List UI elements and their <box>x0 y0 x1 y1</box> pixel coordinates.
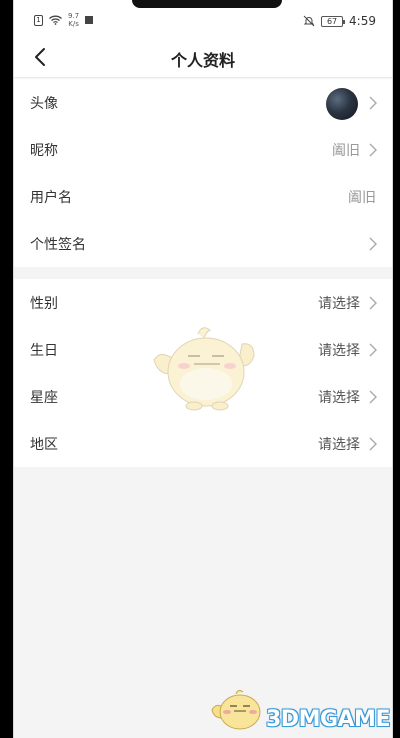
network-speed-unit: K/s <box>68 20 79 28</box>
nickname-label: 昵称 <box>30 142 58 159</box>
region-row[interactable]: 地区 请选择 <box>14 420 392 467</box>
network-speed: 9.7 K/s <box>68 12 79 28</box>
network-speed-value: 9.7 <box>68 12 80 20</box>
birthday-label: 生日 <box>30 342 58 359</box>
chevron-right-icon <box>369 390 377 404</box>
battery-icon: 67 <box>321 15 346 27</box>
signature-label: 个性签名 <box>30 236 86 253</box>
sim-icon: 1 <box>34 14 43 26</box>
nav-bar: 个人资料 <box>14 36 392 78</box>
clock: 4:59 <box>349 14 376 28</box>
gender-value: 请选择 <box>318 295 360 312</box>
username-row: 用户名 阖旧 <box>14 173 392 220</box>
chevron-right-icon <box>369 296 377 310</box>
birthday-value: 请选择 <box>318 342 360 359</box>
nickname-value: 阖旧 <box>332 142 360 159</box>
zodiac-value: 请选择 <box>318 389 360 406</box>
gender-label: 性别 <box>30 295 58 312</box>
chevron-right-icon <box>369 237 377 251</box>
status-left: 1 9.7 K/s <box>34 12 94 28</box>
camera-notch <box>132 0 282 8</box>
avatar-row[interactable]: 头像 <box>14 79 392 126</box>
region-value: 请选择 <box>318 436 360 453</box>
chevron-right-icon <box>369 343 377 357</box>
chevron-right-icon <box>369 437 377 451</box>
username-label: 用户名 <box>30 189 72 206</box>
watermark-mascot-icon <box>153 327 255 411</box>
status-right: 67 4:59 <box>303 14 376 28</box>
gender-row[interactable]: 性别 请选择 <box>14 279 392 326</box>
region-label: 地区 <box>30 436 58 453</box>
notification-icon <box>85 16 94 24</box>
watermark-logo-text: 3DMGAME <box>266 707 390 732</box>
signature-row[interactable]: 个性签名 <box>14 220 392 267</box>
status-bar: 1 9.7 K/s 67 4:59 <box>14 0 392 36</box>
avatar-label: 头像 <box>30 95 58 112</box>
username-value: 阖旧 <box>348 189 376 206</box>
phone-screen: 1 9.7 K/s 67 4:59 个人资料 头像 昵称 阖旧 用户名 阖旧 个… <box>13 0 393 738</box>
chevron-right-icon <box>369 96 377 110</box>
mute-bell-icon <box>303 15 315 27</box>
chevron-right-icon <box>369 143 377 157</box>
nickname-row[interactable]: 昵称 阖旧 <box>14 126 392 173</box>
wifi-icon <box>49 15 62 25</box>
watermark-logo-mascot-icon <box>211 689 261 730</box>
page-title: 个人资料 <box>170 51 235 70</box>
avatar[interactable] <box>326 88 358 120</box>
profile-section: 头像 昵称 阖旧 用户名 阖旧 个性签名 <box>14 79 392 267</box>
zodiac-label: 星座 <box>30 389 58 406</box>
